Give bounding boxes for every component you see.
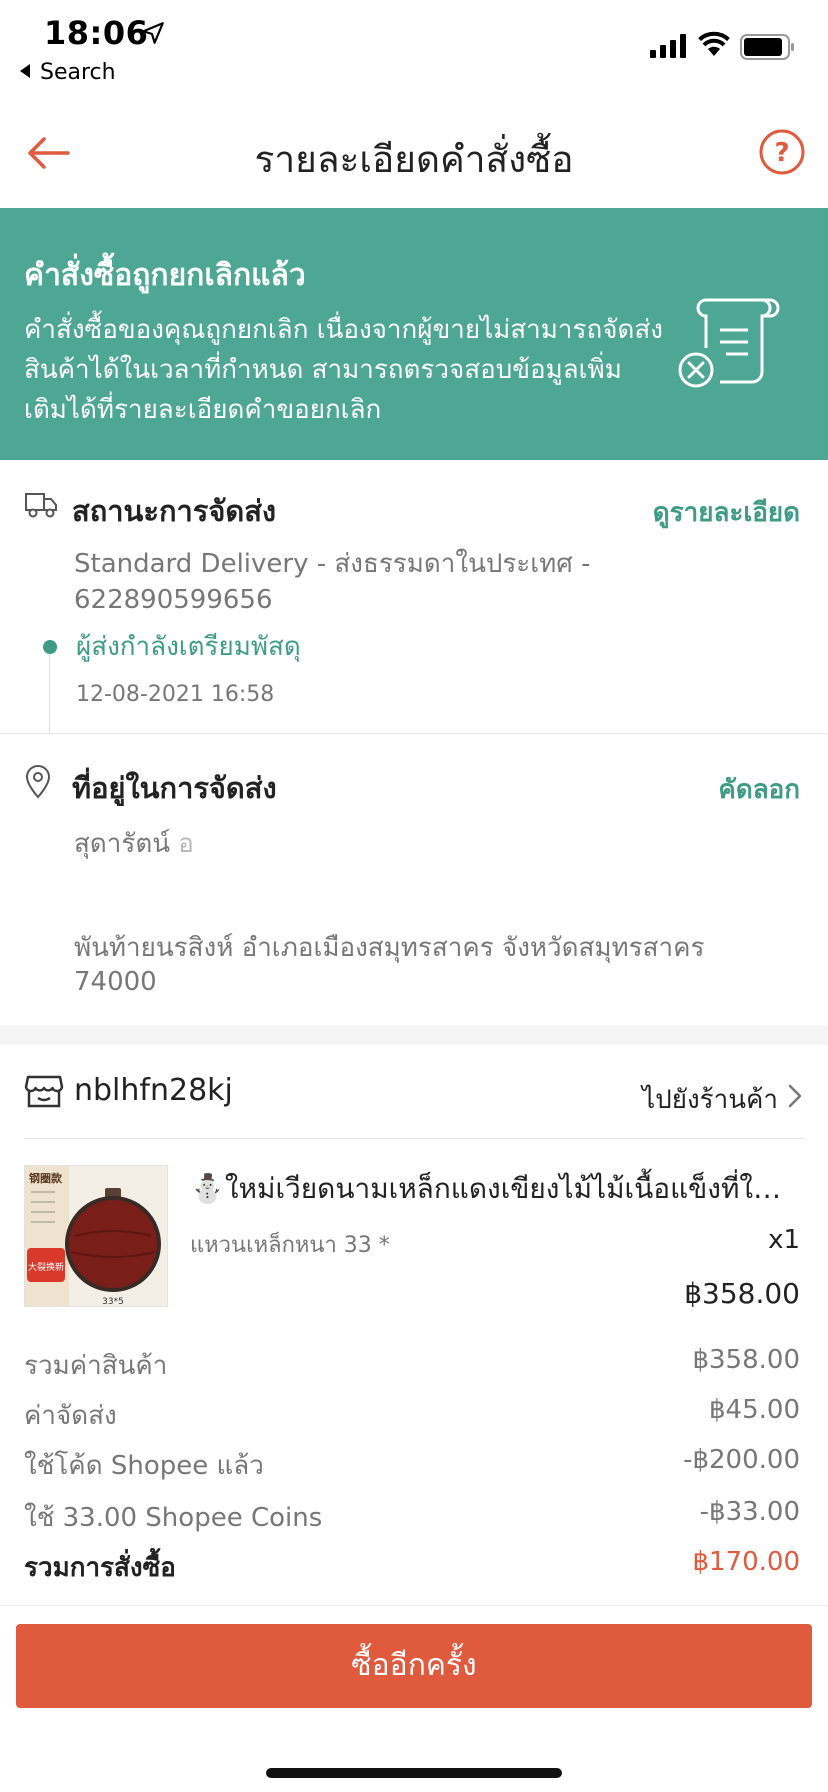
order-total-value: ฿170.00 [692,1547,800,1577]
coins-value: -฿33.00 [699,1497,800,1527]
voucher-value: -฿200.00 [683,1445,800,1475]
product-image[interactable]: 钢圈款 大裂换新 33*5 [24,1165,168,1307]
cellular-signal-icon [650,34,686,58]
shipping-address-section: ที่อยู่ในการจัดส่ง คัดลอก สุดารัตน์ อ พั… [0,735,828,1025]
shipping-status-title: สถานะการจัดส่ง [72,494,277,528]
shipping-status-time: 12-08-2021 16:58 [76,682,275,707]
product-name[interactable]: ⛄ใหม่เวียดนามเหล็กแดงเขียงไม้ไม้เนื้อแข็… [190,1167,800,1211]
redacted-area [170,817,290,873]
product-image-size: 33*5 [102,1297,124,1307]
location-pin-icon [25,765,51,799]
order-items-section: nblhfn28kj ไปยังร้านค้า 钢圈款 大裂换新 33*5 ⛄ใ… [0,1045,828,1605]
shipping-address-title: ที่อยู่ในการจัดส่ง [72,771,277,805]
wifi-icon [698,31,730,56]
cancelled-document-icon [678,298,780,388]
location-arrow-icon [142,22,164,44]
subtotal-value: ฿358.00 [692,1345,800,1375]
product-thumbnail-graphic: 钢圈款 大裂换新 33*5 [25,1166,167,1307]
order-total-label: รวมการสั่งซื้อ [24,1553,176,1583]
truck-icon [25,493,57,518]
voucher-label: ใช้โค้ด Shopee แล้ว [24,1451,264,1481]
address-text: พันท้ายนรสิงห์ อำเภอเมืองสมุทรสาคร จังหว… [74,933,705,997]
redacted-area [70,867,790,933]
view-shipping-details-link[interactable]: ดูรายละเอียด [653,492,800,533]
go-to-shop-link[interactable]: ไปยังร้านค้า [642,1079,778,1120]
banner-text: คำสั่งซื้อของคุณถูกยกเลิก เนื่องจากผู้ขา… [24,315,663,425]
shop-name[interactable]: nblhfn28kj [74,1073,233,1108]
product-quantity: x1 [768,1225,800,1255]
back-to-app[interactable]: Search [20,60,116,85]
product-image-label: 钢圈款 [29,1171,63,1185]
status-bar: 18:06 Search [0,0,828,100]
help-icon[interactable]: ? [758,128,806,176]
shipping-status-section: สถานะการจัดส่ง ดูรายละเอียด Standard Del… [0,460,828,734]
product-image-badge: 大裂换新 [28,1261,64,1273]
cancelled-banner: คำสั่งซื้อถูกยกเลิกแล้ว คำสั่งซื้อของคุณ… [0,208,828,460]
home-indicator[interactable] [266,1768,562,1778]
copy-address-link[interactable]: คัดลอก [718,769,800,810]
shipping-method: Standard Delivery - ส่งธรรมดาในประเทศ - … [74,549,591,615]
bottom-action-bar: ซื้ออีกครั้ง [0,1605,828,1792]
nav-bar: รายละเอียดคำสั่งซื้อ ? [0,100,828,208]
section-gap [0,1025,828,1045]
timeline-line [49,654,50,734]
clock: 18:06 [44,14,149,52]
shop-icon [24,1075,64,1108]
chevron-right-icon[interactable] [784,1081,806,1111]
shipping-fee-value: ฿45.00 [709,1395,800,1425]
product-price: ฿358.00 [684,1277,800,1310]
back-app-label: Search [40,60,116,85]
coins-label: ใช้ 33.00 Shopee Coins [24,1503,323,1533]
shipping-fee-label: ค่าจัดส่ง [24,1401,117,1431]
page-title: รายละเอียดคำสั่งซื้อ [254,138,574,181]
buy-again-button[interactable]: ซื้ออีกครั้ง [16,1624,812,1708]
product-variation: แหวนเหล็กหนา 33 * [190,1233,390,1258]
back-triangle-icon [20,64,30,78]
divider [24,1138,804,1139]
svg-text:?: ? [774,138,789,168]
banner-title: คำสั่งซื้อถูกยกเลิกแล้ว [24,258,306,293]
timeline-dot [43,640,57,654]
battery-icon [740,34,794,60]
subtotal-label: รวมค่าสินค้า [24,1351,168,1381]
shipping-status-text: ผู้ส่งกำลังเตรียมพัสดุ [76,632,301,662]
